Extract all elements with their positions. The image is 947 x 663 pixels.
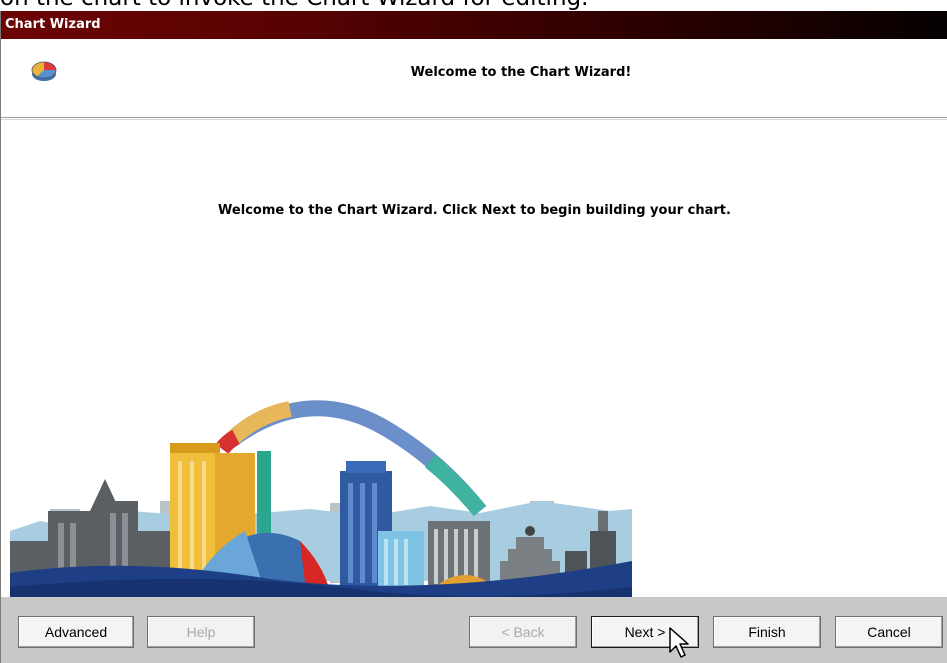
mouse-pointer-icon — [669, 627, 689, 658]
back-button[interactable]: < Back — [469, 616, 577, 648]
finish-button[interactable]: Finish — [713, 616, 821, 648]
title-bar[interactable]: Chart Wizard — [1, 11, 947, 39]
city-skyline-illustration — [10, 400, 632, 601]
button-bar: Advanced Help < Back Next > Finish Cance… — [1, 597, 947, 663]
advanced-button[interactable]: Advanced — [18, 616, 134, 648]
header-title: Welcome to the Chart Wizard! — [410, 65, 632, 80]
wizard-header: Welcome to the Chart Wizard! — [1, 39, 947, 117]
welcome-message: Welcome to the Chart Wizard. Click Next … — [218, 203, 731, 218]
cancel-button[interactable]: Cancel — [835, 616, 943, 648]
help-button[interactable]: Help — [147, 616, 255, 648]
document-caption-cutoff: on the chart to invoke the Chart Wizard … — [0, 0, 947, 11]
chart-wizard-dialog: Chart Wizard Welcome to the Chart Wizard… — [0, 11, 947, 663]
wizard-content: Welcome to the Chart Wizard. Click Next … — [1, 121, 947, 601]
header-separator-shadow — [1, 119, 947, 120]
